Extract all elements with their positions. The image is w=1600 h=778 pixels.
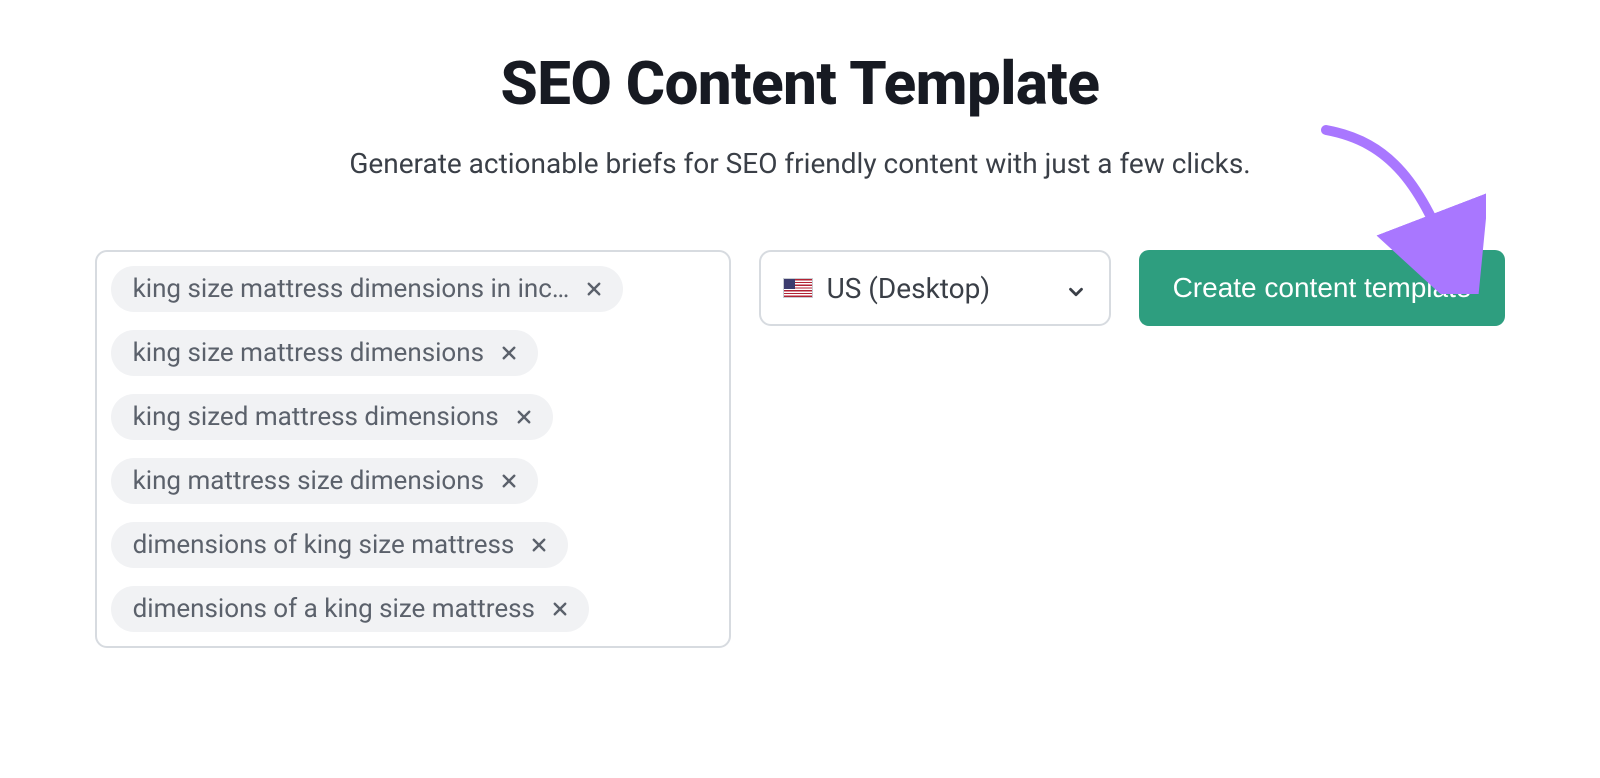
remove-keyword-icon[interactable]	[528, 534, 550, 556]
region-select[interactable]: US (Desktop)	[759, 250, 1111, 326]
keyword-chip-label: king size mattress dimensions	[133, 338, 484, 368]
keyword-chip: dimensions of king size mattress	[111, 522, 569, 568]
keyword-chip-label: king sized mattress dimensions	[133, 402, 499, 432]
keyword-chip-label: king mattress size dimensions	[133, 466, 484, 496]
keyword-chip: king sized mattress dimensions	[111, 394, 553, 440]
remove-keyword-icon[interactable]	[513, 406, 535, 428]
create-content-template-button[interactable]: Create content template	[1139, 250, 1506, 326]
keyword-chip: dimensions of a king size mattress	[111, 586, 589, 632]
create-button-label: Create content template	[1173, 272, 1472, 304]
chevron-down-icon	[1065, 277, 1087, 299]
keyword-chip: king size mattress dimensions in inc…	[111, 266, 624, 312]
page-title: SEO Content Template	[0, 48, 1600, 119]
keyword-chip-label: dimensions of a king size mattress	[133, 594, 535, 624]
region-label: US (Desktop)	[827, 272, 991, 305]
remove-keyword-icon[interactable]	[498, 470, 520, 492]
keywords-input[interactable]: king size mattress dimensions in inc… kin…	[95, 250, 731, 648]
page-subtitle: Generate actionable briefs for SEO frien…	[0, 147, 1600, 180]
keyword-chip-label: dimensions of king size mattress	[133, 530, 515, 560]
us-flag-icon	[783, 278, 813, 298]
keyword-chip: king size mattress dimensions	[111, 330, 538, 376]
keyword-chip-label: king size mattress dimensions in inc…	[133, 274, 570, 304]
keyword-chip: king mattress size dimensions	[111, 458, 538, 504]
remove-keyword-icon[interactable]	[549, 598, 571, 620]
remove-keyword-icon[interactable]	[498, 342, 520, 364]
form-row: king size mattress dimensions in inc… kin…	[0, 250, 1600, 648]
remove-keyword-icon[interactable]	[583, 278, 605, 300]
